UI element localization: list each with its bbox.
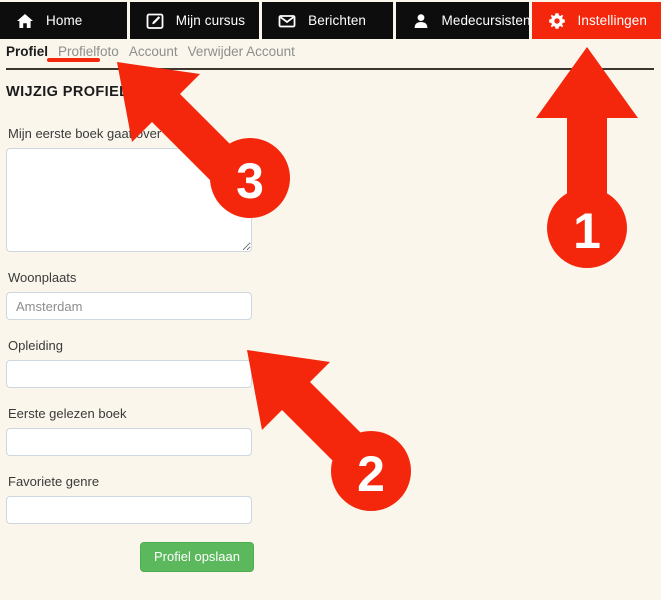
input-eerste-gelezen-boek[interactable]: [6, 428, 252, 456]
nav-label-instellingen: Instellingen: [577, 13, 647, 28]
nav-item-berichten[interactable]: Berichten: [262, 2, 393, 39]
input-woonplaats[interactable]: [6, 292, 252, 320]
field-group-eerste-gelezen-boek: Eerste gelezen boek: [6, 406, 566, 456]
label-opleiding: Opleiding: [8, 338, 63, 353]
save-row: Profiel opslaan: [6, 542, 254, 572]
nav-label-berichten: Berichten: [308, 13, 367, 28]
nav-item-mijn-cursus[interactable]: Mijn cursus: [129, 2, 260, 39]
nav-label-home: Home: [46, 13, 83, 28]
subtab-profiel[interactable]: Profiel: [6, 44, 48, 59]
subtab-account[interactable]: Account: [129, 44, 178, 59]
nav-label-mijn-cursus: Mijn cursus: [175, 13, 246, 28]
gear-icon: [548, 12, 566, 30]
profile-subtabs: Profiel Profielfoto Account Verwijder Ac…: [6, 44, 295, 59]
nav-label-medecursisten: Medecursisten: [441, 13, 531, 28]
field-group-opleiding: Opleiding: [6, 338, 566, 388]
subtab-profielfoto[interactable]: Profielfoto: [58, 44, 119, 59]
annotation-number-1: 1: [573, 203, 601, 259]
pencil-square-icon: [146, 12, 164, 30]
input-favoriete-genre[interactable]: [6, 496, 252, 524]
annotation-underline-profielfoto: [47, 58, 100, 62]
textarea-mijn-eerste-boek[interactable]: [6, 148, 252, 252]
input-opleiding[interactable]: [6, 360, 252, 388]
envelope-icon: [278, 12, 296, 30]
label-mijn-eerste-boek: Mijn eerste boek gaat over: [8, 126, 162, 141]
field-group-woonplaats: Woonplaats: [6, 270, 566, 320]
field-group-eerste-boek: Mijn eerste boek gaat over: [6, 126, 566, 252]
profile-form: WIJZIG PROFIEL Mijn eerste boek gaat ove…: [6, 84, 566, 572]
main-navigation: Home Mijn cursus Berichten Medecursisten: [0, 2, 661, 39]
label-woonplaats: Woonplaats: [8, 270, 77, 285]
user-icon: [412, 12, 430, 30]
nav-item-home[interactable]: Home: [0, 2, 127, 39]
label-eerste-gelezen-boek: Eerste gelezen boek: [8, 406, 127, 421]
header-divider: [6, 68, 654, 70]
field-group-favoriete-genre: Favoriete genre: [6, 474, 566, 524]
page-title: WIJZIG PROFIEL: [6, 84, 129, 100]
nav-item-instellingen[interactable]: Instellingen: [531, 2, 661, 39]
label-favoriete-genre: Favoriete genre: [8, 474, 100, 489]
nav-item-medecursisten[interactable]: Medecursisten: [395, 2, 531, 39]
subtab-verwijder-account[interactable]: Verwijder Account: [188, 44, 295, 59]
save-profile-button[interactable]: Profiel opslaan: [140, 542, 254, 572]
home-icon: [16, 12, 34, 30]
